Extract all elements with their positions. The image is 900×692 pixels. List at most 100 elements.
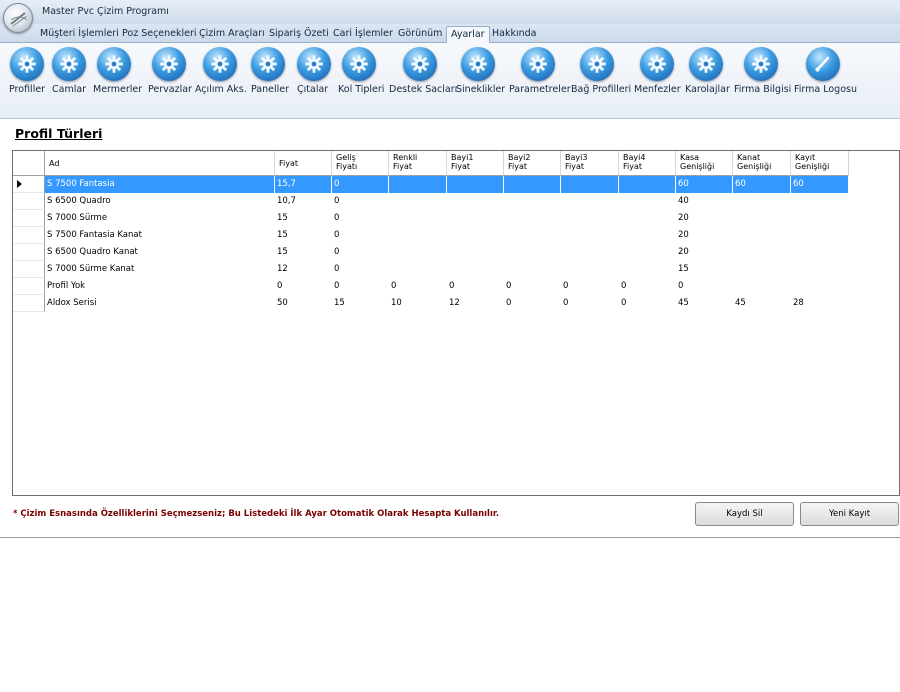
- cell-bayi1[interactable]: 12: [447, 295, 504, 312]
- cell-renkli[interactable]: 10: [389, 295, 447, 312]
- cell-kanat[interactable]: [733, 193, 791, 210]
- cell-kanat[interactable]: [733, 261, 791, 278]
- cell-kayit[interactable]: [791, 278, 849, 295]
- profile-types-grid[interactable]: Ad Fiyat Geliş Fiyatı Renkli Fiyat Bayi1 Fiyat B…: [12, 150, 900, 496]
- tab-siparis-ozeti[interactable]: Sipariş Özeti: [265, 26, 333, 43]
- cell-kayit[interactable]: 28: [791, 295, 849, 312]
- cell-bayi3[interactable]: [561, 244, 619, 261]
- cell-kanat[interactable]: [733, 210, 791, 227]
- cell-kanat[interactable]: [733, 278, 791, 295]
- row-header[interactable]: [13, 278, 45, 295]
- ribbon-button-label[interactable]: Bağ Profilleri: [571, 84, 631, 95]
- cell-bayi4[interactable]: [619, 210, 676, 227]
- cell-bayi4[interactable]: [619, 261, 676, 278]
- cell-kanat[interactable]: 45: [733, 295, 791, 312]
- cell-bayi3[interactable]: [561, 176, 619, 193]
- cell-bayi1[interactable]: [447, 261, 504, 278]
- gear-icon[interactable]: [744, 47, 778, 81]
- gear-icon[interactable]: [52, 47, 86, 81]
- cell-bayi4[interactable]: [619, 244, 676, 261]
- gear-icon[interactable]: [342, 47, 376, 81]
- cell-bayi1[interactable]: [447, 176, 504, 193]
- column-header-kanat[interactable]: Kanat Genişliği: [733, 151, 791, 176]
- cell-ad[interactable]: S 6500 Quadro: [45, 193, 275, 210]
- cell-renkli[interactable]: 0: [389, 278, 447, 295]
- cell-bayi2[interactable]: [504, 227, 561, 244]
- ribbon-button-label[interactable]: Paneller: [251, 84, 289, 95]
- column-header-bayi3[interactable]: Bayi3 Fiyat: [561, 151, 619, 176]
- cell-bayi3[interactable]: [561, 193, 619, 210]
- cell-fiyat[interactable]: 15: [275, 227, 332, 244]
- cell-renkli[interactable]: [389, 227, 447, 244]
- cell-fiyat[interactable]: 15: [275, 244, 332, 261]
- tab-hakkinda[interactable]: Hakkında: [488, 26, 540, 43]
- cell-gelis[interactable]: 0: [332, 176, 389, 193]
- gear-icon[interactable]: [10, 47, 44, 81]
- cell-bayi1[interactable]: [447, 244, 504, 261]
- cell-bayi2[interactable]: [504, 244, 561, 261]
- cell-kayit[interactable]: [791, 261, 849, 278]
- column-header-kasa[interactable]: Kasa Genişliği: [676, 151, 733, 176]
- column-header-renkli[interactable]: Renkli Fiyat: [389, 151, 447, 176]
- cell-renkli[interactable]: [389, 210, 447, 227]
- app-menu-button[interactable]: [3, 3, 33, 33]
- ribbon-button-label[interactable]: Camlar: [52, 84, 86, 95]
- cell-ad[interactable]: S 7500 Fantasia Kanat: [45, 227, 275, 244]
- cell-ad[interactable]: S 7000 Sürme: [45, 210, 275, 227]
- gear-icon[interactable]: [689, 47, 723, 81]
- row-header[interactable]: [13, 176, 45, 193]
- cell-gelis[interactable]: 0: [332, 261, 389, 278]
- ribbon-button-label[interactable]: Profiller: [9, 84, 45, 95]
- cell-kasa[interactable]: 20: [676, 210, 733, 227]
- cell-bayi1[interactable]: 0: [447, 278, 504, 295]
- row-header[interactable]: [13, 227, 45, 244]
- column-header-gelis[interactable]: Geliş Fiyatı: [332, 151, 389, 176]
- gear-icon[interactable]: [521, 47, 555, 81]
- cell-kanat[interactable]: [733, 244, 791, 261]
- column-header-kayit[interactable]: Kayıt Genişliği: [791, 151, 849, 176]
- cell-fiyat[interactable]: 12: [275, 261, 332, 278]
- cell-bayi1[interactable]: [447, 210, 504, 227]
- column-header-bayi4[interactable]: Bayi4 Fiyat: [619, 151, 676, 176]
- delete-record-button[interactable]: Kaydı Sil: [695, 502, 794, 526]
- cell-bayi3[interactable]: [561, 210, 619, 227]
- cell-kanat[interactable]: [733, 227, 791, 244]
- gear-icon[interactable]: [297, 47, 331, 81]
- row-header[interactable]: [13, 261, 45, 278]
- gear-icon[interactable]: [251, 47, 285, 81]
- cell-bayi4[interactable]: [619, 176, 676, 193]
- cell-bayi4[interactable]: [619, 193, 676, 210]
- cell-kasa[interactable]: 0: [676, 278, 733, 295]
- cell-bayi2[interactable]: 0: [504, 278, 561, 295]
- cell-bayi1[interactable]: [447, 193, 504, 210]
- cell-kasa[interactable]: 15: [676, 261, 733, 278]
- cell-gelis[interactable]: 0: [332, 278, 389, 295]
- cell-kasa[interactable]: 20: [676, 227, 733, 244]
- cell-gelis[interactable]: 0: [332, 210, 389, 227]
- cell-fiyat[interactable]: 10,7: [275, 193, 332, 210]
- row-header[interactable]: [13, 295, 45, 312]
- gear-icon[interactable]: [580, 47, 614, 81]
- cell-ad[interactable]: Aldox Serisi: [45, 295, 275, 312]
- new-record-button[interactable]: Yeni Kayıt: [800, 502, 899, 526]
- cell-bayi4[interactable]: 0: [619, 295, 676, 312]
- tab-cizim-araclari[interactable]: Çizim Araçları: [195, 26, 269, 43]
- ribbon-button-label[interactable]: Pervazlar: [148, 84, 192, 95]
- cell-kayit[interactable]: [791, 193, 849, 210]
- cell-fiyat[interactable]: 50: [275, 295, 332, 312]
- cell-kasa[interactable]: 60: [676, 176, 733, 193]
- ribbon-button-label[interactable]: Firma Bilgisi: [734, 84, 791, 95]
- table-row[interactable]: S 7500 Fantasia Kanat 15 0 20: [13, 227, 849, 244]
- tab-musteri-islemleri[interactable]: Müşteri İşlemleri: [36, 26, 123, 43]
- cell-kayit[interactable]: 60: [791, 176, 849, 193]
- table-row[interactable]: Profil Yok 0 0 0 0 0 0 0 0: [13, 278, 849, 295]
- cell-bayi3[interactable]: [561, 261, 619, 278]
- table-row[interactable]: S 6500 Quadro 10,7 0 40: [13, 193, 849, 210]
- gear-icon[interactable]: [203, 47, 237, 81]
- cell-ad[interactable]: S 7000 Sürme Kanat: [45, 261, 275, 278]
- row-header[interactable]: [13, 244, 45, 261]
- ribbon-button-label[interactable]: Sineklikler: [456, 84, 505, 95]
- cell-renkli[interactable]: [389, 261, 447, 278]
- ribbon-button-label[interactable]: Destek Sacları: [389, 84, 457, 95]
- cell-fiyat[interactable]: 0: [275, 278, 332, 295]
